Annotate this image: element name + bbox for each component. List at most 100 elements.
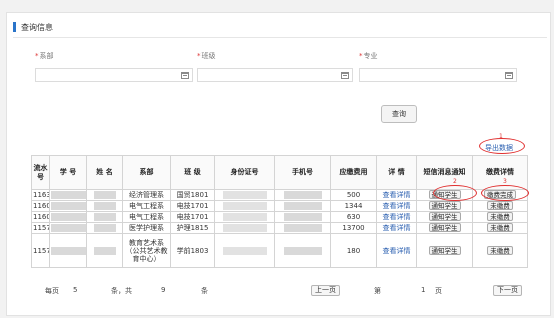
pager-total-label: 条，共 xyxy=(111,287,132,295)
annotation-number-3: 3 xyxy=(503,178,507,185)
notify-student-button[interactable]: 通知学生 xyxy=(428,223,461,232)
payment-status-button[interactable]: 未缴费 xyxy=(487,246,513,255)
top-strip xyxy=(0,0,554,12)
redacted-block xyxy=(222,191,267,199)
redacted-block xyxy=(283,191,322,199)
redacted-block xyxy=(283,213,322,221)
redacted-block xyxy=(51,224,86,232)
cell-notify: 通知学生 xyxy=(416,233,473,268)
header-phone: 手机号 xyxy=(274,155,331,190)
cell-student-id xyxy=(49,211,87,223)
annotation-circle-status xyxy=(481,185,529,201)
pager-per-page-label: 每页 xyxy=(45,287,59,295)
redacted-block xyxy=(93,224,116,232)
cell-phone xyxy=(274,233,331,268)
cell-student-id xyxy=(49,222,87,234)
redacted-block xyxy=(51,202,86,210)
cell-fee: 630 xyxy=(330,211,377,223)
department-label: *系部 xyxy=(35,52,54,60)
cell-name xyxy=(86,233,123,268)
query-button[interactable]: 查询 xyxy=(381,105,417,123)
redacted-block xyxy=(51,213,86,221)
cell-class: 电技1701 xyxy=(170,200,215,212)
view-detail-link[interactable]: 查看详情 xyxy=(383,247,411,255)
pager-total-unit: 条 xyxy=(201,287,208,295)
cell-department: 电气工程系 xyxy=(122,211,171,223)
department-select[interactable] xyxy=(35,68,193,82)
header-name: 姓 名 xyxy=(86,155,123,190)
cell-detail: 查看详情 xyxy=(376,233,417,268)
view-detail-link[interactable]: 查看详情 xyxy=(383,202,411,210)
notify-student-button[interactable]: 通知学生 xyxy=(428,246,461,255)
table-row: 11574 医学护理系 护理1815 13700 查看详情 通知学生 未缴费 xyxy=(31,222,528,234)
cell-phone xyxy=(274,222,331,234)
cell-id-number xyxy=(214,211,275,223)
table-row: 11600 电气工程系 电技1701 1344 查看详情 通知学生 未缴费 xyxy=(31,200,528,212)
pager-per-page-value: 5 xyxy=(73,286,78,294)
cell-fee: 180 xyxy=(330,233,377,268)
class-select[interactable] xyxy=(197,68,353,82)
cell-phone xyxy=(274,211,331,223)
cell-serial: 11603 xyxy=(31,211,50,223)
cell-student-id xyxy=(49,189,87,201)
cell-class: 学前1803 xyxy=(170,233,215,268)
section-accent-bar xyxy=(13,22,16,32)
cell-detail: 查看详情 xyxy=(376,211,417,223)
major-label: *专业 xyxy=(359,52,378,60)
redacted-block xyxy=(51,246,86,255)
redacted-block xyxy=(93,246,116,255)
table-row: 11575 教育艺术系（公共艺术教育中心） 学前1803 180 查看详情 通知… xyxy=(31,233,528,268)
cell-name xyxy=(86,211,123,223)
view-detail-link[interactable]: 查看详情 xyxy=(383,213,411,221)
redacted-block xyxy=(222,246,267,255)
cell-department: 医学护理系 xyxy=(122,222,171,234)
payment-status-button[interactable]: 未缴费 xyxy=(487,212,513,221)
calendar-icon[interactable] xyxy=(341,72,349,79)
pager-page-value: 1 xyxy=(421,286,426,294)
cell-class: 国贸1801 xyxy=(170,189,215,201)
section-title: 查询信息 xyxy=(21,22,53,32)
cell-id-number xyxy=(214,233,275,268)
cell-status: 未缴费 xyxy=(472,200,528,212)
cell-id-number xyxy=(214,200,275,212)
pager-page-unit: 页 xyxy=(435,287,442,295)
annotation-circle-export xyxy=(479,138,525,154)
payment-status-button[interactable]: 未缴费 xyxy=(487,201,513,210)
cell-id-number xyxy=(214,189,275,201)
view-detail-link[interactable]: 查看详情 xyxy=(383,224,411,232)
redacted-block xyxy=(93,202,116,210)
next-page-button[interactable]: 下一页 xyxy=(493,285,522,296)
notify-student-button[interactable]: 通知学生 xyxy=(428,201,461,210)
cell-department: 经济管理系 xyxy=(122,189,171,201)
cell-name xyxy=(86,222,123,234)
pager-page-label: 第 xyxy=(374,287,381,295)
header-department: 系部 xyxy=(122,155,171,190)
payment-status-button[interactable]: 未缴费 xyxy=(487,223,513,232)
query-panel: 查询信息 *系部 *班级 *专业 查询 导出数据 1 流水号 学 号 姓 名 系… xyxy=(6,12,551,316)
header-detail: 详 情 xyxy=(376,155,417,190)
redacted-block xyxy=(283,246,322,255)
annotation-number-1: 1 xyxy=(499,133,503,140)
redacted-block xyxy=(51,191,86,199)
cell-phone xyxy=(274,189,331,201)
view-detail-link[interactable]: 查看详情 xyxy=(383,191,411,199)
calendar-icon[interactable] xyxy=(181,72,189,79)
calendar-icon[interactable] xyxy=(505,72,513,79)
payment-table: 流水号 学 号 姓 名 系部 班 级 身份证号 手机号 应缴费用 详 情 短信消… xyxy=(31,155,528,268)
prev-page-button[interactable]: 上一页 xyxy=(311,285,340,296)
major-select[interactable] xyxy=(359,68,517,82)
cell-serial: 11574 xyxy=(31,222,50,234)
cell-serial: 11575 xyxy=(31,233,50,268)
cell-student-id xyxy=(49,233,87,268)
section-divider xyxy=(13,37,547,38)
cell-fee: 500 xyxy=(330,189,377,201)
annotation-number-2: 2 xyxy=(453,178,457,185)
cell-fee: 13700 xyxy=(330,222,377,234)
cell-fee: 1344 xyxy=(330,200,377,212)
notify-student-button[interactable]: 通知学生 xyxy=(428,212,461,221)
table-row: 11603 电气工程系 电技1701 630 查看详情 通知学生 未缴费 xyxy=(31,211,528,223)
cell-serial: 11600 xyxy=(31,200,50,212)
cell-id-number xyxy=(214,222,275,234)
header-student-id: 学 号 xyxy=(49,155,87,190)
cell-serial: 11637 xyxy=(31,189,50,201)
